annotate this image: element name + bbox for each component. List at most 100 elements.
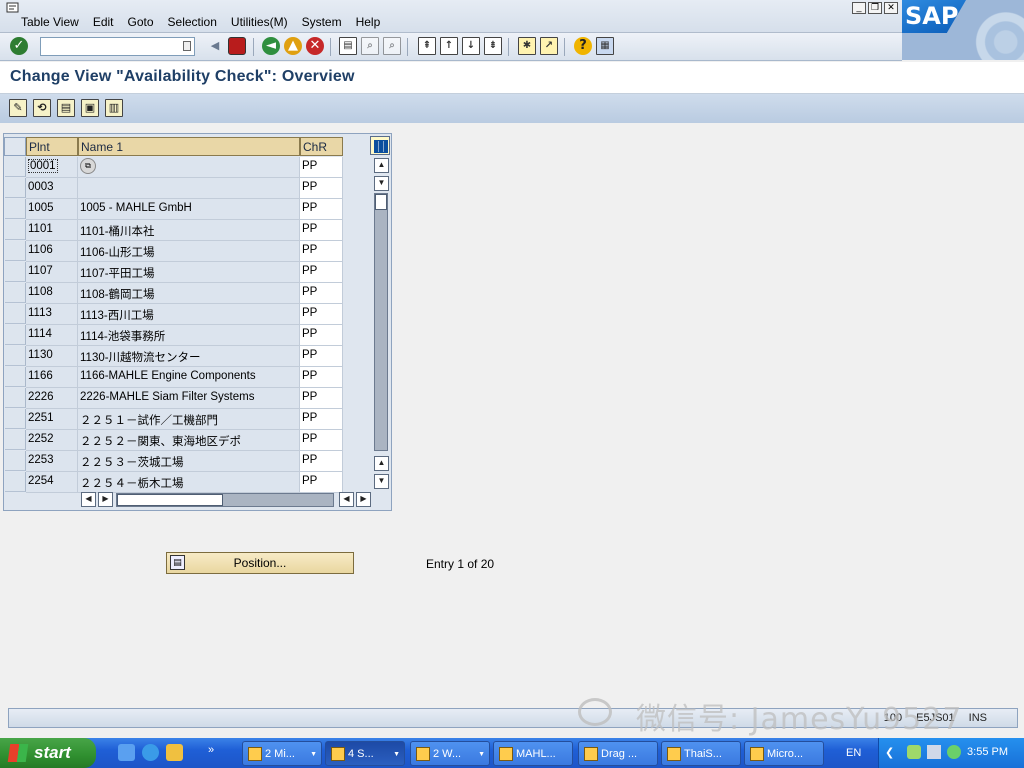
row-selector[interactable]	[5, 346, 26, 366]
horizontal-scroll-track[interactable]	[116, 493, 334, 507]
table-row[interactable]: 1114 1114-池袋事務所 PP	[4, 325, 344, 346]
value-help-icon[interactable]: ⧉	[80, 158, 96, 174]
internet-explorer-icon[interactable]	[142, 744, 159, 761]
table-row[interactable]: 1106 1106-山形工場 PP	[4, 241, 344, 262]
tray-expand-icon[interactable]: ❮	[885, 746, 894, 759]
cell-plant[interactable]: 1101	[26, 220, 78, 241]
table-row[interactable]: 2254 ２２５４－栃木工場 PP	[4, 472, 344, 493]
cell-checking-rule[interactable]: PP	[300, 409, 343, 430]
cell-name[interactable]: ２２５２－関東、東海地区デポ	[78, 430, 300, 451]
row-selector[interactable]	[5, 157, 26, 177]
enter-icon[interactable]: ✓	[10, 37, 28, 55]
cell-checking-rule[interactable]: PP	[300, 283, 343, 304]
command-field[interactable]	[40, 37, 195, 56]
tray-app-icon[interactable]	[907, 745, 921, 759]
last-page-icon[interactable]: ⇟	[484, 37, 502, 55]
cell-name[interactable]: 1166-MAHLE Engine Components	[78, 367, 300, 388]
horizontal-scrollbar[interactable]: ◀ ▶ ◀ ▶	[81, 492, 371, 508]
table-row[interactable]: 1130 1130-川越物流センター PP	[4, 346, 344, 367]
row-selector[interactable]	[5, 262, 26, 282]
row-selector[interactable]	[5, 409, 26, 429]
cell-plant[interactable]: 2251	[26, 409, 78, 430]
cell-plant[interactable]: 2226	[26, 388, 78, 409]
column-header-chr[interactable]: ChR	[300, 137, 343, 156]
row-selector[interactable]	[5, 220, 26, 240]
table-row[interactable]: 2252 ２２５２－関東、東海地区デポ PP	[4, 430, 344, 451]
menu-utilities[interactable]: Utilities(M)	[231, 15, 288, 29]
select-all-column[interactable]	[4, 137, 26, 156]
table-settings-icon[interactable]	[370, 136, 390, 155]
wireless-icon[interactable]	[947, 745, 961, 759]
display-change-icon[interactable]: ✎	[9, 99, 27, 117]
menu-edit[interactable]: Edit	[93, 15, 114, 29]
table-row[interactable]: 1005 1005 - MAHLE GmbH PP	[4, 199, 344, 220]
taskbar-button[interactable]: Micro...	[744, 741, 824, 766]
close-button[interactable]: ✕	[884, 2, 898, 14]
command-input[interactable]	[41, 38, 171, 54]
table-row[interactable]: 0001 ⧉ PP	[4, 157, 344, 178]
menu-table-view[interactable]: Table View	[21, 15, 79, 29]
row-selector[interactable]	[5, 367, 26, 387]
network-icon[interactable]	[927, 745, 941, 759]
cell-plant[interactable]: 0001	[26, 157, 78, 178]
cell-name[interactable]: 2226-MAHLE Siam Filter Systems	[78, 388, 300, 409]
taskbar-button[interactable]: 2 W... ▼	[410, 741, 490, 766]
taskbar-button[interactable]: 4 S... ▼	[325, 741, 405, 766]
new-entries-icon[interactable]: ⟲	[33, 99, 51, 117]
copy-as-icon[interactable]: ▤	[57, 99, 75, 117]
cell-checking-rule[interactable]: PP	[300, 367, 343, 388]
cell-plant[interactable]: 1114	[26, 325, 78, 346]
quicklaunch-more-icon[interactable]: »	[208, 744, 225, 761]
position-button[interactable]: ▤ Position...	[166, 552, 354, 574]
cell-plant[interactable]: 2252	[26, 430, 78, 451]
menu-system[interactable]: System	[302, 15, 342, 29]
table-row[interactable]: 1108 1108-鶴岡工場 PP	[4, 283, 344, 304]
start-button[interactable]: start	[0, 738, 96, 768]
table-row[interactable]: 0003 PP	[4, 178, 344, 199]
row-selector[interactable]	[5, 325, 26, 345]
menu-help[interactable]: Help	[356, 15, 381, 29]
language-indicator[interactable]: EN	[846, 747, 861, 759]
cell-checking-rule[interactable]: PP	[300, 325, 343, 346]
row-selector[interactable]	[5, 472, 26, 492]
next-page-icon[interactable]: ↓	[462, 37, 480, 55]
back-icon[interactable]: ◄	[262, 37, 280, 55]
scroll-page-down-icon[interactable]: ▼	[374, 176, 389, 191]
table-row[interactable]: 1101 1101-桶川本社 PP	[4, 220, 344, 241]
menu-goto[interactable]: Goto	[128, 15, 154, 29]
cell-checking-rule[interactable]: PP	[300, 346, 343, 367]
horizontal-scroll-thumb[interactable]	[117, 494, 223, 506]
scroll-page-up-icon[interactable]: ▲	[374, 456, 389, 471]
cell-checking-rule[interactable]: PP	[300, 220, 343, 241]
folder-icon[interactable]	[166, 744, 183, 761]
cell-checking-rule[interactable]: PP	[300, 304, 343, 325]
cell-checking-rule[interactable]: PP	[300, 157, 343, 178]
cell-plant[interactable]: 1106	[26, 241, 78, 262]
table-row[interactable]: 2251 ２２５１－試作／工機部門 PP	[4, 409, 344, 430]
row-selector[interactable]	[5, 430, 26, 450]
create-session-icon[interactable]: ✱	[518, 37, 536, 55]
cell-plant[interactable]: 1107	[26, 262, 78, 283]
table-row[interactable]: 1113 1113-西川工場 PP	[4, 304, 344, 325]
save-icon[interactable]	[228, 37, 246, 55]
cell-checking-rule[interactable]: PP	[300, 472, 343, 493]
row-selector[interactable]	[5, 304, 26, 324]
row-selector[interactable]	[5, 178, 26, 198]
vertical-scroll-track[interactable]	[374, 193, 388, 451]
cell-checking-rule[interactable]: PP	[300, 241, 343, 262]
taskbar-button[interactable]: ThaiS...	[661, 741, 741, 766]
cell-name[interactable]: 1106-山形工場	[78, 241, 300, 262]
cancel-icon[interactable]: ✕	[306, 37, 324, 55]
minimize-button[interactable]: _	[852, 2, 866, 14]
cell-plant[interactable]: 2253	[26, 451, 78, 472]
restore-button[interactable]: ❐	[868, 2, 882, 14]
cell-plant[interactable]: 2254	[26, 472, 78, 493]
cell-plant[interactable]: 1113	[26, 304, 78, 325]
cell-checking-rule[interactable]: PP	[300, 430, 343, 451]
column-header-name[interactable]: Name 1	[78, 137, 300, 156]
table-row[interactable]: 1107 1107-平田工場 PP	[4, 262, 344, 283]
delete-icon[interactable]: ▣	[81, 99, 99, 117]
taskbar-button[interactable]: 2 Mi... ▼	[242, 741, 322, 766]
scroll-right-start-icon[interactable]: ▶	[98, 492, 113, 507]
cell-checking-rule[interactable]: PP	[300, 199, 343, 220]
